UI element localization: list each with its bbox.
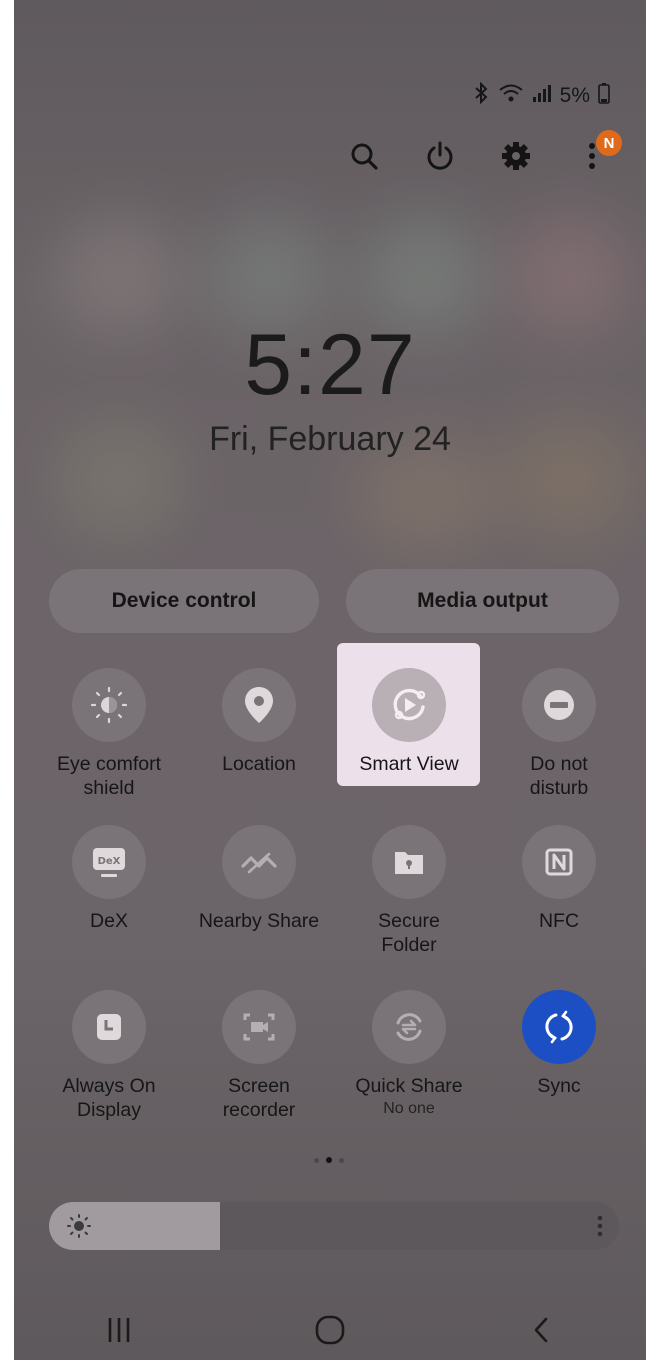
quick-panel: 5% N 5:27 Fri, February 24 Device contro… — [14, 0, 646, 1360]
tile-eye-comfort-shield[interactable]: Eye comfort shield — [34, 668, 184, 800]
screen-recorder-icon — [222, 990, 296, 1064]
more-icon — [589, 143, 595, 169]
tile-label: Smart View — [359, 753, 459, 775]
settings-icon[interactable] — [496, 134, 536, 178]
notification-badge: N — [596, 130, 622, 156]
tile-label: Screen recorder — [222, 1075, 296, 1121]
tile-label: Location — [222, 753, 296, 775]
svg-text:DeX: DeX — [98, 856, 121, 867]
tile-label: Eye comfort shield — [56, 753, 162, 799]
page-indicator — [314, 1157, 344, 1163]
recents-icon[interactable] — [89, 1305, 149, 1355]
tile-label: Sync — [537, 1075, 581, 1097]
tile-label: NFC — [538, 910, 580, 932]
eye-comfort-icon — [72, 668, 146, 742]
battery-percent: 5% — [559, 84, 590, 107]
tile-nfc[interactable]: NFC — [484, 825, 634, 933]
always-on-display-icon — [72, 990, 146, 1064]
tile-do-not-disturb[interactable]: Do not disturb — [484, 668, 634, 800]
location-pin-icon — [222, 668, 296, 742]
page-dot — [314, 1157, 319, 1163]
page-dot — [339, 1157, 344, 1163]
tile-sublabel: No one — [383, 1100, 435, 1117]
dex-icon: DeX — [72, 825, 146, 899]
tile-screen-recorder[interactable]: Screen recorder — [184, 990, 334, 1122]
tile-secure-folder[interactable]: Secure Folder — [334, 825, 484, 957]
media-output-button[interactable]: Media output — [346, 569, 619, 633]
tile-smart-view[interactable]: Smart View — [334, 668, 484, 776]
nfc-icon — [522, 825, 596, 899]
signal-icon — [532, 83, 552, 109]
sync-icon — [522, 990, 596, 1064]
power-icon[interactable] — [420, 134, 460, 178]
tile-always-on-display[interactable]: Always On Display — [34, 990, 184, 1122]
tile-label: Quick Share — [355, 1075, 463, 1097]
tile-sync[interactable]: Sync — [484, 990, 634, 1098]
status-bar: 5% — [472, 81, 610, 110]
back-icon[interactable] — [511, 1305, 571, 1355]
home-icon[interactable] — [300, 1305, 360, 1355]
brightness-more-icon[interactable] — [597, 1212, 603, 1245]
tile-label: DeX — [90, 910, 128, 932]
more-options-button[interactable]: N — [572, 130, 622, 178]
tile-label: Secure Folder — [378, 910, 440, 956]
do-not-disturb-icon — [522, 668, 596, 742]
tile-label: Always On Display — [62, 1075, 156, 1121]
quick-panel-actions: N — [344, 130, 622, 178]
tile-label: Do not disturb — [529, 753, 589, 799]
tile-quick-share[interactable]: Quick Share No one — [334, 990, 484, 1118]
wifi-icon — [498, 83, 524, 109]
bluetooth-icon — [472, 81, 490, 110]
nearby-share-icon — [222, 825, 296, 899]
navigation-bar — [14, 1300, 646, 1360]
search-icon[interactable] — [344, 134, 384, 178]
tile-nearby-share[interactable]: Nearby Share — [184, 825, 334, 933]
device-control-button[interactable]: Device control — [49, 569, 319, 633]
secure-folder-icon — [372, 825, 446, 899]
sun-icon — [67, 1214, 91, 1243]
battery-icon — [598, 82, 610, 110]
clock-date: Fri, February 24 — [209, 420, 451, 458]
brightness-slider[interactable] — [49, 1202, 619, 1250]
smart-view-icon — [372, 668, 446, 742]
page-dot-active — [326, 1157, 332, 1163]
tile-label: Nearby Share — [198, 910, 320, 932]
tile-dex[interactable]: DeX DeX — [34, 825, 184, 933]
clock-time: 5:27 — [244, 317, 416, 413]
tile-location[interactable]: Location — [184, 668, 334, 776]
quick-share-icon — [372, 990, 446, 1064]
